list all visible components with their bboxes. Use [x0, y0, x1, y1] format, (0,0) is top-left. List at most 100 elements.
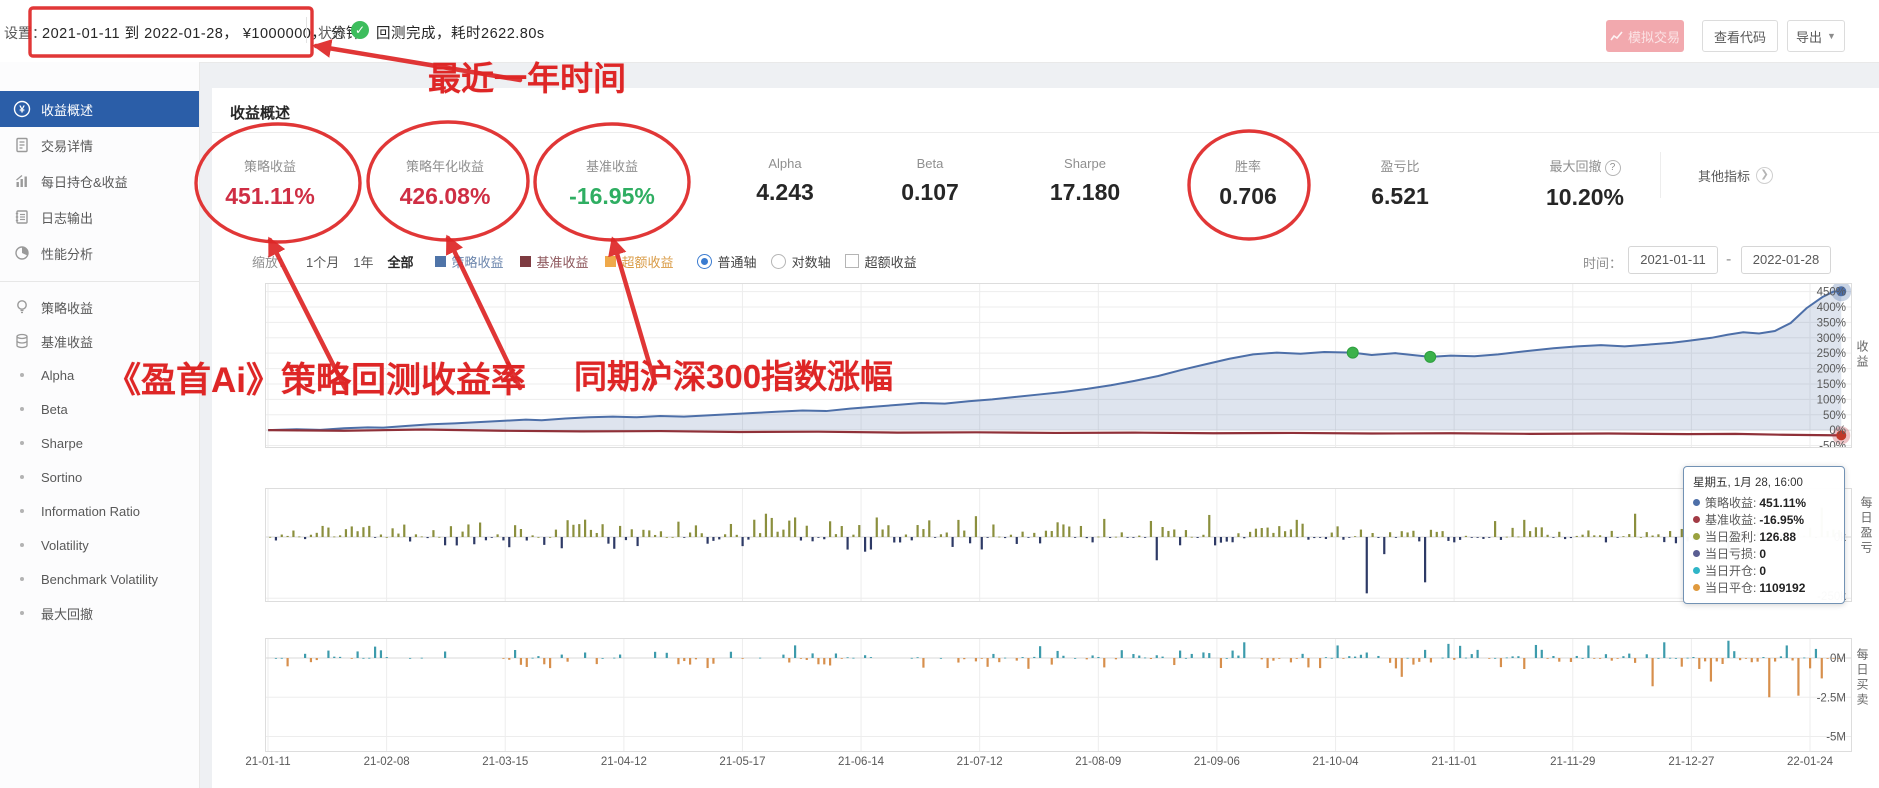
- series-dot-icon: [1693, 584, 1700, 591]
- daily-pnl-chart[interactable]: 0k-250k: [265, 488, 1852, 602]
- zoom-range-1个月[interactable]: 1个月: [306, 252, 339, 271]
- view-code-label: 查看代码: [1713, 29, 1766, 45]
- tooltip-row-value: -16.95%: [1759, 512, 1805, 527]
- series-dot-icon: [1693, 516, 1700, 523]
- sidebar-divider: [0, 281, 199, 282]
- pie-chart-icon: [13, 244, 31, 262]
- svg-text:200%: 200%: [1817, 364, 1846, 376]
- metric-value: 10.20%: [1545, 184, 1624, 210]
- tooltip-rows: 策略收益: 451.11% 基准收益: -16.95% 当日盈利: 126.88 当日亏损:…: [1693, 494, 1835, 596]
- sidebar-item-策略收益[interactable]: 策略收益: [0, 290, 199, 324]
- metric-value: 4.243: [756, 179, 814, 205]
- strategy-note-annotation: 《盈首Ai》策略回测收益率: [106, 361, 527, 400]
- bulb-icon: [13, 298, 31, 316]
- zoom-range-group: 1个月 1年 全部: [306, 252, 413, 271]
- legend-超额收益[interactable]: 超额收益: [604, 252, 674, 271]
- radio-icon: [770, 253, 786, 269]
- x-axis-date: 21-06-14: [838, 756, 885, 768]
- date-range-dash: -: [1726, 251, 1732, 268]
- svg-text:250%: 250%: [1817, 348, 1846, 360]
- metric-label: 盈亏比: [1380, 159, 1420, 174]
- series-dot-icon: [1693, 567, 1700, 574]
- axis-option-普通轴[interactable]: 普通轴: [696, 252, 757, 271]
- tooltip-row-当日亏损: 当日亏损: 0: [1693, 545, 1835, 562]
- panel-title: 收益概述: [230, 105, 291, 122]
- sidebar-item-交易详情[interactable]: 交易详情: [0, 127, 199, 163]
- x-axis-dates: 21-01-11 21-02-08 21-03-15 21-04-12 21-05-17…: [245, 756, 1852, 772]
- bullet-icon: [13, 373, 31, 377]
- sidebar-item-label: 日志输出: [41, 210, 94, 226]
- sidebar-item-收益概述[interactable]: ¥ 收益概述: [0, 91, 199, 127]
- bullet-icon: [13, 577, 31, 581]
- check-circle-icon: ✓: [351, 21, 369, 39]
- sidebar-item-label: 最大回撤: [41, 606, 94, 622]
- tooltip-row-value: 451.11%: [1759, 495, 1807, 510]
- svg-text:450%: 450%: [1817, 287, 1846, 299]
- x-axis-date: 21-02-08: [363, 756, 410, 768]
- zoom-range-1年[interactable]: 1年: [353, 252, 373, 271]
- database-icon: [13, 332, 31, 350]
- panel-header-rule: [212, 132, 1879, 133]
- legend-swatch-icon: [434, 255, 446, 267]
- sidebar-item-性能分析[interactable]: 性能分析: [0, 235, 199, 271]
- sidebar: ¥ 收益概述 交易详情 每日持仓&收益 日志输出 性能分析 策略收益 基准收益 Alpha Be…: [0, 62, 200, 788]
- tooltip-row-基准收益: 基准收益: -16.95%: [1693, 511, 1835, 528]
- sidebar-item-每日持仓&收益[interactable]: 每日持仓&收益: [0, 163, 199, 199]
- bullet-icon: [13, 509, 31, 513]
- sidebar-item-Sortino[interactable]: Sortino: [0, 460, 199, 494]
- start-date-input[interactable]: 2021-01-11: [1628, 246, 1718, 274]
- sidebar-item-label: 策略收益: [41, 300, 94, 316]
- sidebar-item-label: 基准收益: [41, 334, 94, 350]
- sidebar-item-label: Volatility: [41, 537, 89, 553]
- more-metrics-label: 其他指标: [1698, 169, 1751, 184]
- svg-text:300%: 300%: [1817, 333, 1846, 345]
- x-axis-date: 21-04-12: [600, 756, 647, 768]
- chart-tooltip: 星期五, 1月 28, 16:00 策略收益: 451.11% 基准收益: -16.9…: [1683, 466, 1845, 604]
- topbar-divider: [306, 17, 307, 43]
- tooltip-row-策略收益: 策略收益: 451.11%: [1693, 494, 1835, 511]
- export-button[interactable]: 导出 ▼: [1787, 20, 1845, 52]
- sidebar-item-日志输出[interactable]: 日志输出: [0, 199, 199, 235]
- sidebar-item-Benchmark Volatility[interactable]: Benchmark Volatility: [0, 562, 199, 596]
- axis-option-label: 普通轴: [717, 254, 757, 270]
- svg-text:400%: 400%: [1817, 302, 1846, 314]
- legend-基准收益[interactable]: 基准收益: [519, 252, 589, 271]
- more-metrics-link[interactable]: 其他指标 ❯: [1698, 166, 1774, 185]
- sidebar-item-最大回撤[interactable]: 最大回撤: [0, 596, 199, 630]
- svg-text:0M: 0M: [1830, 653, 1846, 665]
- axis-option-对数轴[interactable]: 对数轴: [770, 252, 831, 271]
- paper-trade-button[interactable]: 模拟交易: [1606, 20, 1684, 52]
- legend-策略收益[interactable]: 策略收益: [434, 252, 504, 271]
- sidebar-item-Volatility[interactable]: Volatility: [0, 528, 199, 562]
- series-legend: 策略收益 基准收益 超额收益: [434, 252, 674, 271]
- view-code-button[interactable]: 查看代码: [1702, 20, 1778, 52]
- zoom-range-全部[interactable]: 全部: [387, 252, 413, 271]
- legend-label: 基准收益: [536, 254, 589, 270]
- settings-value: 2021-01-11 到 2022-01-28， ¥1000000， 分钟: [42, 26, 361, 42]
- svg-text:350%: 350%: [1817, 317, 1846, 329]
- help-icon[interactable]: ?: [1604, 160, 1621, 176]
- sidebar-item-Sharpe[interactable]: Sharpe: [0, 426, 199, 460]
- series-dot-icon: [1693, 499, 1700, 506]
- x-axis-date: 21-05-17: [719, 756, 766, 768]
- metric-label: 胜率: [1234, 159, 1261, 174]
- time-label: 时间：: [1583, 256, 1623, 271]
- metric-盈亏比: 盈亏比 6.521: [1340, 156, 1460, 210]
- metric-Alpha: Alpha 4.243: [725, 156, 845, 206]
- legend-label: 超额收益: [621, 254, 674, 270]
- svg-text:150%: 150%: [1817, 379, 1846, 391]
- sidebar-main-group: ¥ 收益概述 交易详情 每日持仓&收益日志输出性能分析: [0, 91, 199, 271]
- y-axis-title-daily-trade: 每日买卖: [1855, 648, 1869, 708]
- recent-year-annotation: 最近一年时间: [428, 60, 626, 97]
- daily-trade-chart[interactable]: 0M -2.5M -5M: [265, 638, 1852, 752]
- tooltip-row-当日盈利: 当日盈利: 126.88: [1693, 528, 1835, 545]
- sidebar-item-Information Ratio[interactable]: Information Ratio: [0, 494, 199, 528]
- sidebar-item-label: Sortino: [41, 469, 83, 485]
- bullet-icon: [13, 611, 31, 615]
- end-date-input[interactable]: 2022-01-28: [1741, 246, 1831, 274]
- svg-text:50%: 50%: [1823, 410, 1846, 422]
- x-axis-date: 21-12-27: [1668, 756, 1715, 768]
- sidebar-item-label: 收益概述: [41, 102, 94, 118]
- sidebar-item-label: 性能分析: [41, 246, 94, 262]
- axis-option-超额收益[interactable]: 超额收益: [844, 252, 917, 271]
